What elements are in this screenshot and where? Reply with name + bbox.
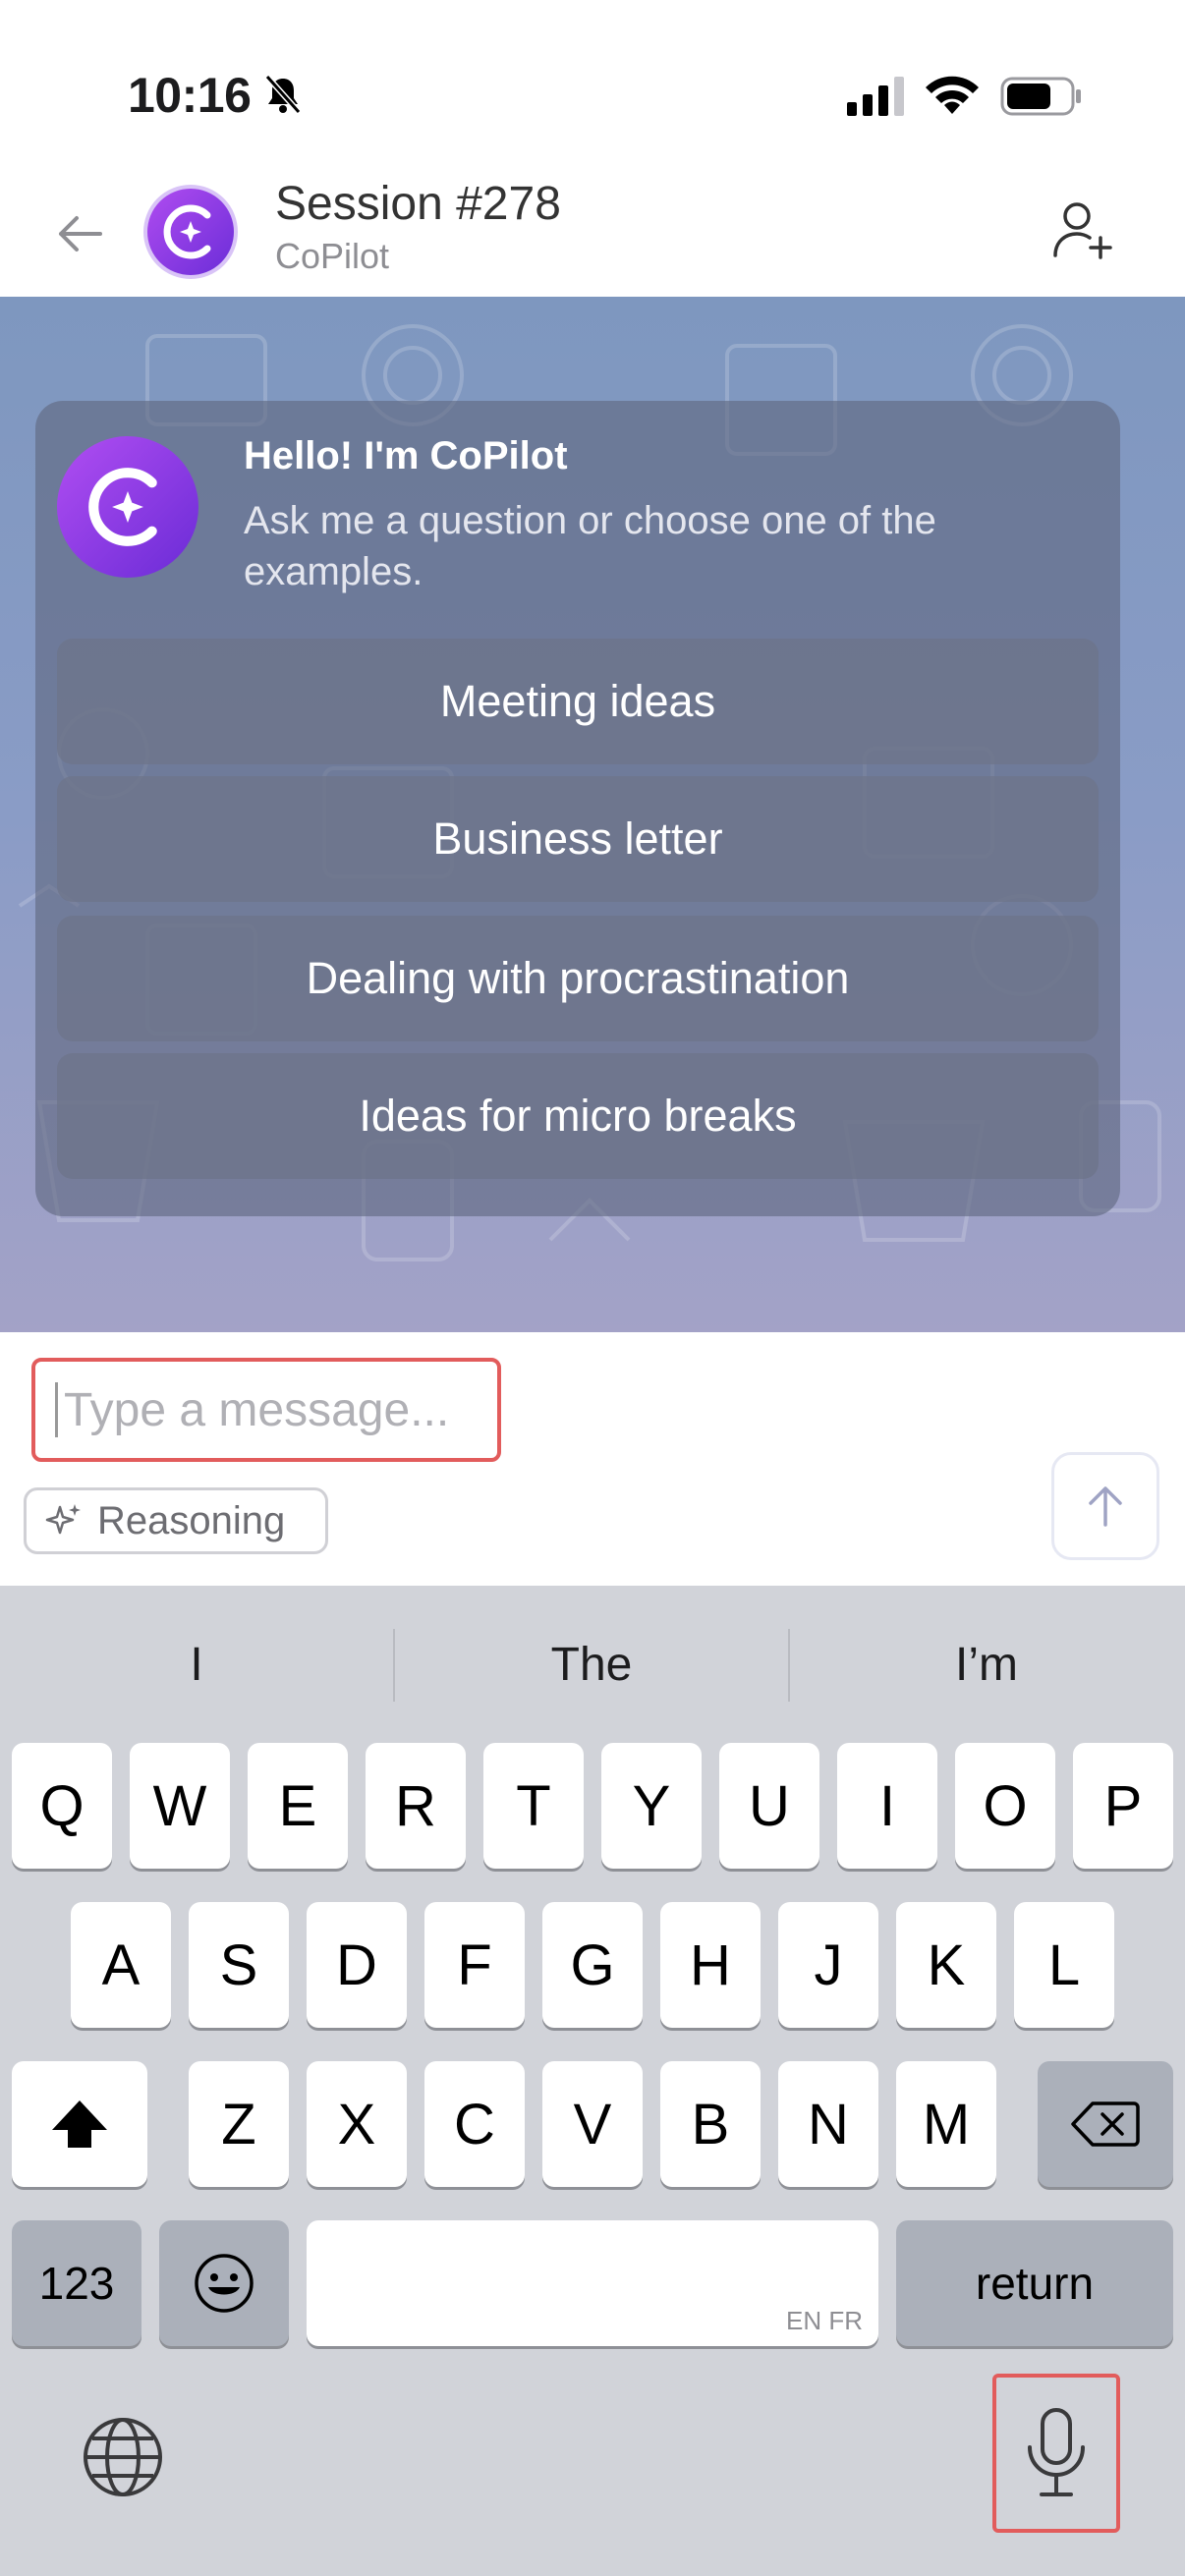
suggestion-item[interactable]: I’m: [790, 1615, 1183, 1713]
suggestion-item[interactable]: I: [0, 1615, 393, 1713]
emoji-key[interactable]: [159, 2220, 289, 2346]
message-composer: Type a message... Reasoning: [0, 1332, 1185, 1586]
key-c[interactable]: C: [424, 2061, 525, 2187]
key-s[interactable]: S: [189, 1902, 289, 2028]
numbers-key[interactable]: 123: [12, 2220, 141, 2346]
predictive-bar: I The I’m: [0, 1615, 1185, 1713]
return-key[interactable]: return: [896, 2220, 1173, 2346]
status-bar: 10:16: [0, 0, 1185, 167]
key-e[interactable]: E: [248, 1743, 348, 1869]
key-k[interactable]: K: [896, 1902, 996, 2028]
key-g[interactable]: G: [542, 1902, 643, 2028]
add-user-icon[interactable]: [1049, 196, 1114, 261]
reasoning-toggle[interactable]: Reasoning: [24, 1487, 328, 1554]
shift-icon: [52, 2100, 107, 2148]
reasoning-label: Reasoning: [97, 1498, 286, 1542]
back-arrow-icon[interactable]: [51, 204, 110, 263]
battery-icon: [1000, 77, 1081, 116]
arrow-up-icon: [1089, 1486, 1122, 1527]
key-x[interactable]: X: [307, 2061, 407, 2187]
key-w[interactable]: W: [130, 1743, 230, 1869]
key-l[interactable]: L: [1014, 1902, 1114, 2028]
delete-key[interactable]: [1038, 2061, 1173, 2187]
message-input[interactable]: Type a message...: [31, 1358, 501, 1462]
emoji-icon: [195, 2254, 254, 2313]
copilot-avatar[interactable]: [143, 185, 238, 279]
copilot-logo-icon: [163, 204, 211, 259]
key-b[interactable]: B: [660, 2061, 761, 2187]
space-key[interactable]: EN FR: [307, 2220, 878, 2346]
key-d[interactable]: D: [307, 1902, 407, 2028]
send-button[interactable]: [1051, 1452, 1159, 1560]
key-n[interactable]: N: [778, 2061, 878, 2187]
intro-card: Hello! I'm CoPilot Ask me a question or …: [35, 401, 1120, 1216]
backspace-icon: [1071, 2101, 1140, 2147]
key-y[interactable]: Y: [601, 1743, 702, 1869]
example-button[interactable]: Meeting ideas: [57, 639, 1099, 764]
message-placeholder: Type a message...: [64, 1383, 450, 1436]
bell-muted-icon: [264, 75, 302, 114]
key-m[interactable]: M: [896, 2061, 996, 2187]
session-subtitle: CoPilot: [275, 236, 390, 276]
sparkle-icon: [45, 1504, 81, 1535]
key-v[interactable]: V: [542, 2061, 643, 2187]
intro-text: Ask me a question or choose one of the e…: [244, 499, 936, 593]
dictation-button[interactable]: [992, 2374, 1120, 2533]
copilot-logo-icon: [88, 468, 157, 546]
key-f[interactable]: F: [424, 1902, 525, 2028]
example-button[interactable]: Ideas for micro breaks: [57, 1053, 1099, 1179]
chat-area: Hello! I'm CoPilot Ask me a question or …: [0, 297, 1185, 1332]
key-q[interactable]: Q: [12, 1743, 112, 1869]
key-r[interactable]: R: [366, 1743, 466, 1869]
example-button[interactable]: Dealing with procrastination: [57, 916, 1099, 1041]
key-z[interactable]: Z: [189, 2061, 289, 2187]
keyboard-languages: EN FR: [786, 2306, 863, 2335]
on-screen-keyboard: I The I’m Q W E R T Y U I O P A S D F G …: [0, 1586, 1185, 2576]
status-time: 10:16: [128, 68, 252, 123]
session-title: Session #278: [275, 178, 561, 230]
cellular-signal-icon: [847, 77, 904, 116]
key-i[interactable]: I: [837, 1743, 937, 1869]
key-h[interactable]: H: [660, 1902, 761, 2028]
shift-key[interactable]: [12, 2061, 147, 2187]
suggestion-item[interactable]: The: [395, 1615, 788, 1713]
chat-header: Session #278 CoPilot: [0, 167, 1185, 297]
key-j[interactable]: J: [778, 1902, 878, 2028]
key-u[interactable]: U: [719, 1743, 819, 1869]
key-o[interactable]: O: [955, 1743, 1055, 1869]
wifi-icon: [926, 76, 979, 114]
example-button[interactable]: Business letter: [57, 776, 1099, 902]
text-caret: [55, 1382, 58, 1437]
globe-icon[interactable]: [79, 2413, 167, 2501]
key-t[interactable]: T: [483, 1743, 584, 1869]
copilot-avatar-large: [57, 436, 198, 578]
key-a[interactable]: A: [71, 1902, 171, 2028]
key-p[interactable]: P: [1073, 1743, 1173, 1869]
microphone-icon: [1028, 2408, 1085, 2496]
intro-title: Hello! I'm CoPilot: [244, 434, 568, 477]
